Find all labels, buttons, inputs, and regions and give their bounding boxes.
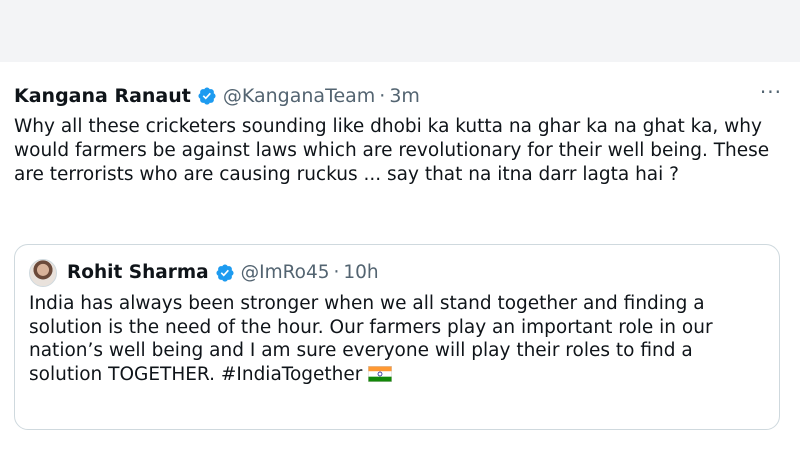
tweet-text: Why all these cricketers sounding like d… (14, 116, 770, 185)
more-options-icon[interactable]: ··· (760, 82, 782, 102)
top-background-band (0, 0, 800, 63)
verified-badge-icon (197, 86, 217, 106)
tweet-header: Kangana Ranaut @KanganaTeam · 3m (14, 84, 420, 108)
quoted-tweet-timestamp: 10h (343, 262, 379, 283)
quoted-author-handle: @ImRo45 (240, 262, 330, 283)
quoted-tweet-header: Rohit Sharma @ImRo45 · 10h (29, 259, 379, 287)
author-name[interactable]: Kangana Ranaut (14, 84, 191, 108)
quoted-author-name: Rohit Sharma (67, 262, 209, 283)
verified-badge-icon (215, 263, 235, 283)
tweet-timestamp[interactable]: 3m (389, 84, 420, 108)
quoted-tweet[interactable]: Rohit Sharma @ImRo45 · 10h India has alw… (14, 244, 780, 430)
quoted-tweet-text-container: India has always been stronger when we a… (29, 292, 769, 386)
author-handle[interactable]: @KanganaTeam (223, 84, 375, 108)
india-flag-icon (368, 365, 393, 382)
avatar[interactable] (29, 259, 57, 287)
separator-dot: · (333, 262, 340, 283)
separator-dot: · (379, 85, 386, 107)
tweet-card[interactable]: Kangana Ranaut @KanganaTeam · 3m ··· Why… (0, 62, 800, 457)
